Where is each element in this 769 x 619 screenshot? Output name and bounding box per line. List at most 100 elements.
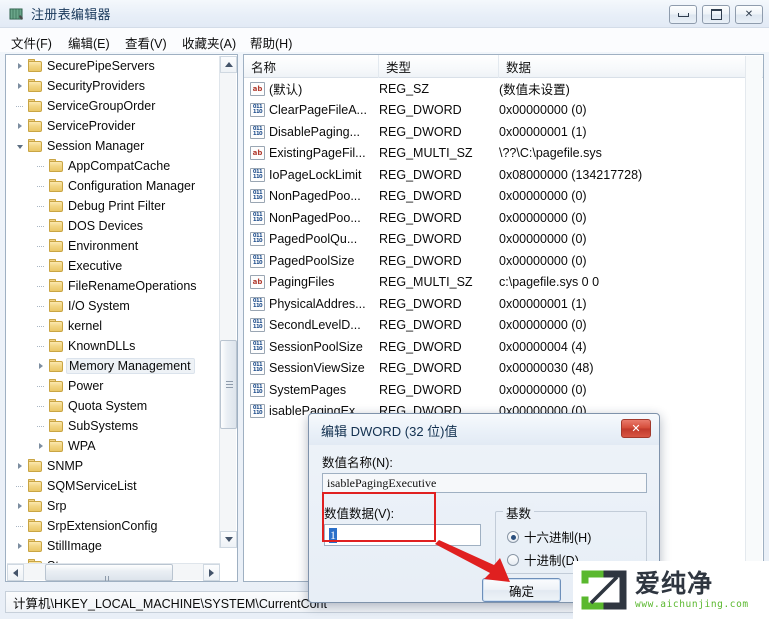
dialog-close-button[interactable]: ✕ (621, 419, 651, 438)
ok-button[interactable]: 确定 (482, 578, 561, 602)
column-header-type[interactable]: 类型 (379, 55, 499, 78)
tree-node[interactable]: ServiceGroupOrder (6, 96, 216, 116)
tree-node[interactable]: SubSystems (6, 416, 216, 436)
folder-icon (48, 259, 64, 273)
tree-node[interactable]: Power (6, 376, 216, 396)
tree-node-label: Configuration Manager (68, 179, 196, 193)
maximize-button[interactable] (702, 5, 730, 24)
expand-arrow-icon[interactable] (12, 116, 27, 136)
tree-node[interactable]: KnownDLLs (6, 336, 216, 356)
brand-name: 爱纯净 (635, 568, 714, 598)
list-vertical-scrollbar[interactable] (745, 56, 762, 581)
tree-node-label: AppCompatCache (68, 159, 171, 173)
table-row[interactable]: 011 110 SecondLevelD... REG_DWORD 0x00000000… (244, 315, 763, 337)
expand-arrow-icon[interactable] (12, 496, 27, 516)
brand-url: www.aichunjing.com (635, 598, 749, 610)
registry-tree[interactable]: SecurePipeServers SecurityProviders Servic… (6, 55, 216, 565)
list-header: 名称 类型 数据 (244, 55, 763, 78)
tree-scroll-up-button[interactable] (220, 56, 237, 73)
value-data-cell: c:\pagefile.sys 0 0 (499, 275, 600, 290)
value-type-cell: REG_DWORD (379, 167, 462, 182)
column-header-data[interactable]: 数据 (499, 55, 763, 78)
table-row[interactable]: 011 110 PagedPoolSize REG_DWORD 0x00000000 (… (244, 250, 763, 272)
table-row[interactable]: (默认) REG_SZ (数值未设置) (244, 78, 763, 100)
tree-node[interactable]: SQMServiceList (6, 476, 216, 496)
table-row[interactable]: 011 110 NonPagedPoo... REG_DWORD 0x00000000 … (244, 207, 763, 229)
menu-view[interactable]: 查看(V) (120, 31, 172, 54)
table-row[interactable]: 011 110 ClearPageFileA... REG_DWORD 0x000000… (244, 100, 763, 122)
tree-node[interactable]: kernel (6, 316, 216, 336)
tree-scroll-down-button[interactable] (220, 531, 237, 548)
expand-arrow-icon[interactable] (12, 536, 27, 556)
list-body[interactable]: (默认) REG_SZ (数值未设置) 011110 ClearPageFileA...… (244, 78, 763, 422)
tree-vertical-scrollbar[interactable] (219, 56, 237, 548)
tree-scroll-right-button[interactable] (203, 564, 220, 581)
expand-arrow-icon[interactable] (12, 456, 27, 476)
tree-node[interactable]: Debug Print Filter (6, 196, 216, 216)
window-controls: ✕ (669, 5, 763, 24)
tree-node[interactable]: SNMP (6, 456, 216, 476)
tree-hscroll-thumb[interactable] (45, 564, 173, 581)
tree-scroll-thumb[interactable] (220, 340, 237, 429)
value-type-cell: REG_DWORD (379, 189, 462, 204)
table-row[interactable]: 011 110 PagedPoolQu... REG_DWORD 0x00000000 … (244, 229, 763, 251)
radio-hexadecimal[interactable]: 十六进制(H) (507, 527, 591, 546)
table-row[interactable]: ExistingPageFil... REG_MULTI_SZ \??\C:\pag… (244, 143, 763, 165)
folder-icon (48, 339, 64, 353)
tree-node[interactable]: Memory Management (6, 356, 216, 376)
tree-node[interactable]: SecurePipeServers (6, 56, 216, 76)
radio-decimal[interactable]: 十进制(D) (507, 550, 579, 569)
tree-node[interactable]: SecurityProviders (6, 76, 216, 96)
value-data-input[interactable]: 1 (324, 524, 481, 546)
table-row[interactable]: 011 110 PhysicalAddres... REG_DWORD 0x000000… (244, 293, 763, 315)
close-button[interactable]: ✕ (735, 5, 763, 24)
tree-node-label: ServiceProvider (47, 119, 136, 133)
tree-node[interactable]: Session Manager (6, 136, 216, 156)
tree-node[interactable]: DOS Devices (6, 216, 216, 236)
table-row[interactable]: 011 110 NonPagedPoo... REG_DWORD 0x00000000 … (244, 186, 763, 208)
collapse-arrow-icon[interactable] (12, 136, 27, 156)
value-name-cell: PhysicalAddres... (269, 296, 366, 311)
tree-node[interactable]: FileRenameOperations (6, 276, 216, 296)
value-name-cell: SessionViewSize (269, 361, 365, 376)
folder-icon (48, 299, 64, 313)
expand-arrow-icon[interactable] (33, 356, 48, 376)
tree-horizontal-scrollbar[interactable] (7, 563, 220, 581)
watermark-text: 爱纯净 www.aichunjing.com (635, 568, 749, 610)
expand-arrow-icon[interactable] (12, 56, 27, 76)
tree-node[interactable]: AppCompatCache (6, 156, 216, 176)
menu-edit[interactable]: 编辑(E) (63, 31, 115, 54)
value-data-cell: 0x00000000 (0) (499, 189, 587, 204)
dword-value-icon: 011 110 (250, 210, 265, 225)
tree-node[interactable]: I/O System (6, 296, 216, 316)
expand-arrow-icon[interactable] (33, 436, 48, 456)
table-row[interactable]: 011 110 SessionPoolSize REG_DWORD 0x00000004… (244, 336, 763, 358)
tree-scroll-left-button[interactable] (7, 564, 24, 581)
tree-node[interactable]: ServiceProvider (6, 116, 216, 136)
table-row[interactable]: 011 110 IoPageLockLimit REG_DWORD 0x08000000… (244, 164, 763, 186)
tree-node[interactable]: Environment (6, 236, 216, 256)
radio-decimal-indicator (507, 553, 519, 566)
table-row[interactable]: PagingFiles REG_MULTI_SZ c:\pagefile.sys 0… (244, 272, 763, 294)
tree-node[interactable]: Quota System (6, 396, 216, 416)
column-header-name[interactable]: 名称 (244, 55, 379, 78)
table-row[interactable]: 011 110 SystemPages REG_DWORD 0x00000000 (0) (244, 379, 763, 401)
menu-help[interactable]: 帮助(H) (245, 31, 297, 54)
tree-node[interactable]: Configuration Manager (6, 176, 216, 196)
value-type-cell: REG_SZ (379, 81, 430, 96)
expand-arrow-icon[interactable] (12, 76, 27, 96)
tree-node[interactable]: StillImage (6, 536, 216, 556)
tree-node-label: FileRenameOperations (68, 279, 197, 293)
minimize-button[interactable] (669, 5, 697, 24)
menu-favorites[interactable]: 收藏夹(A) (177, 31, 241, 54)
tree-node[interactable]: Srp (6, 496, 216, 516)
tree-node[interactable]: SrpExtensionConfig (6, 516, 216, 536)
table-row[interactable]: 011 110 SessionViewSize REG_DWORD 0x00000030… (244, 358, 763, 380)
value-type-cell: REG_DWORD (379, 382, 462, 397)
menu-file[interactable]: 文件(F) (6, 31, 57, 54)
value-name-input[interactable]: isablePagingExecutive (322, 473, 647, 493)
table-row[interactable]: 011 110 DisablePaging... REG_DWORD 0x0000000… (244, 121, 763, 143)
tree-node[interactable]: Executive (6, 256, 216, 276)
tree-node[interactable]: WPA (6, 436, 216, 456)
radio-hexadecimal-label: 十六进制(H) (524, 531, 592, 545)
